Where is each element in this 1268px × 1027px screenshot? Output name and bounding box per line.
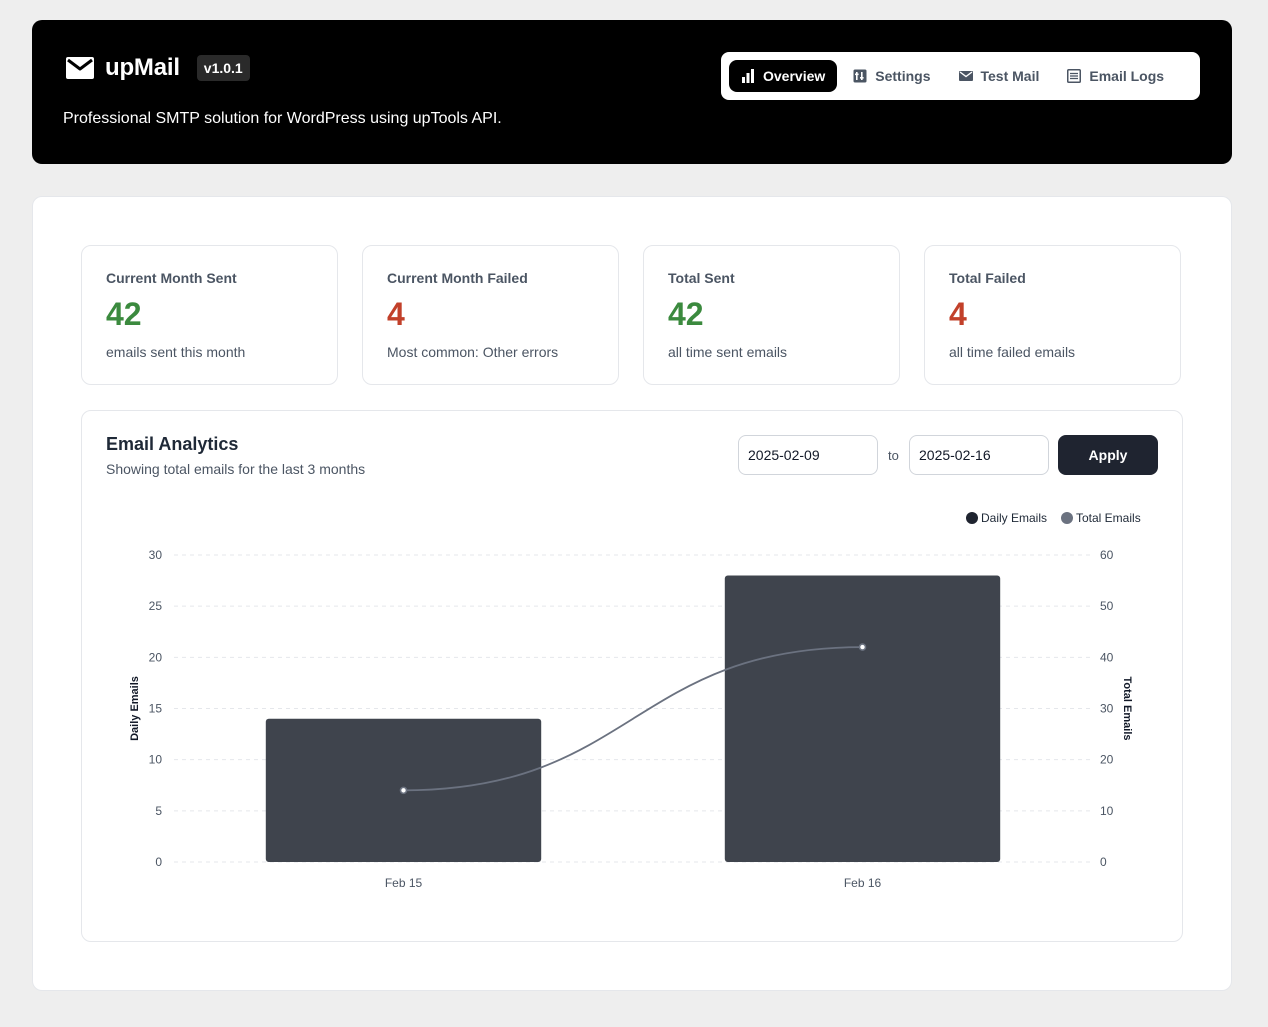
email-analytics-chart: 0 5 10 15 20 25 30 0 10 20 30 40 50 60 Daily Emails Tot…	[129, 511, 1141, 890]
stat-label: Total Failed	[949, 270, 1026, 286]
settings-icon	[853, 69, 867, 83]
list-icon	[1067, 69, 1082, 83]
stat-value: 42	[106, 296, 142, 332]
email-analytics-card: Email Analytics Showing total emails for…	[81, 410, 1183, 942]
y2-tick-label: 50	[1100, 599, 1114, 613]
tab-settings-label: Settings	[875, 68, 931, 84]
y-axis-title: Daily Emails	[129, 676, 141, 741]
point-total-emails	[858, 643, 867, 651]
point-total-emails	[399, 786, 408, 795]
overview-panel: Current Month Sent 42 emails sent this m…	[32, 196, 1232, 991]
version-badge: v1.0.1	[196, 55, 250, 81]
y-tick-label: 15	[149, 702, 163, 716]
x-tick-label: Feb 16	[844, 876, 882, 890]
stat-description: emails sent this month	[106, 344, 246, 360]
stat-total-failed: Total Failed 4 all time failed emails	[924, 245, 1181, 385]
legend-label-total-emails: Total Emails	[1076, 511, 1141, 525]
app-header: upMail v1.0.1 Professional SMTP solution…	[32, 20, 1232, 164]
y-tick-label: 25	[149, 599, 163, 613]
legend-swatch-total-emails	[1061, 512, 1073, 524]
y2-tick-label: 60	[1100, 548, 1114, 562]
app-title: upMail	[105, 54, 180, 81]
mail-icon	[958, 71, 973, 81]
y-tick-label: 0	[155, 855, 162, 869]
bar-daily-emails	[724, 575, 1001, 862]
mail-logo-icon	[66, 57, 94, 79]
tagline: Professional SMTP solution for WordPress…	[63, 110, 502, 127]
y2-axis-title: Total Emails	[1121, 677, 1133, 741]
stat-total-sent: Total Sent 42 all time sent emails	[643, 245, 900, 385]
y2-tick-label: 0	[1100, 855, 1107, 869]
y2-tick-label: 10	[1100, 804, 1114, 818]
stat-value: 4	[949, 296, 967, 332]
y-tick-label: 20	[149, 650, 163, 664]
tab-email-logs-label: Email Logs	[1089, 68, 1165, 84]
legend-swatch-daily-emails	[966, 512, 978, 524]
tab-test-mail[interactable]: Test Mail	[947, 60, 1052, 92]
stat-value: 42	[668, 296, 704, 332]
stat-description: all time failed emails	[949, 344, 1076, 360]
tab-email-logs[interactable]: Email Logs	[1055, 60, 1176, 92]
stat-value: 4	[387, 296, 405, 332]
tab-overview-label: Overview	[763, 68, 826, 84]
y-tick-label: 30	[149, 548, 163, 562]
stat-current-month-sent: Current Month Sent 42 emails sent this m…	[81, 245, 338, 385]
legend-label-daily-emails: Daily Emails	[981, 511, 1047, 525]
main-nav: Overview Settings Test Mail Email Logs	[721, 52, 1200, 100]
stat-label: Current Month Failed	[387, 270, 528, 286]
stat-current-month-failed: Current Month Failed 4 Most common: Othe…	[362, 245, 619, 385]
stat-description: Most common: Other errors	[387, 344, 559, 360]
tab-test-mail-label: Test Mail	[980, 68, 1040, 84]
x-tick-label: Feb 15	[385, 876, 423, 890]
y2-tick-label: 20	[1100, 753, 1114, 767]
tab-overview[interactable]: Overview	[729, 60, 838, 92]
stat-description: all time sent emails	[668, 344, 788, 360]
y-tick-label: 10	[149, 753, 163, 767]
bar-chart-icon	[742, 69, 754, 83]
stat-label: Total Sent	[668, 270, 735, 286]
stats-row: Current Month Sent 42 emails sent this m…	[81, 245, 1181, 385]
brand: upMail v1.0.1	[66, 54, 250, 82]
y2-tick-label: 40	[1100, 650, 1114, 664]
y-tick-label: 5	[155, 804, 162, 818]
y2-tick-label: 30	[1100, 702, 1114, 716]
stat-label: Current Month Sent	[106, 270, 237, 286]
tab-settings[interactable]: Settings	[841, 60, 942, 92]
